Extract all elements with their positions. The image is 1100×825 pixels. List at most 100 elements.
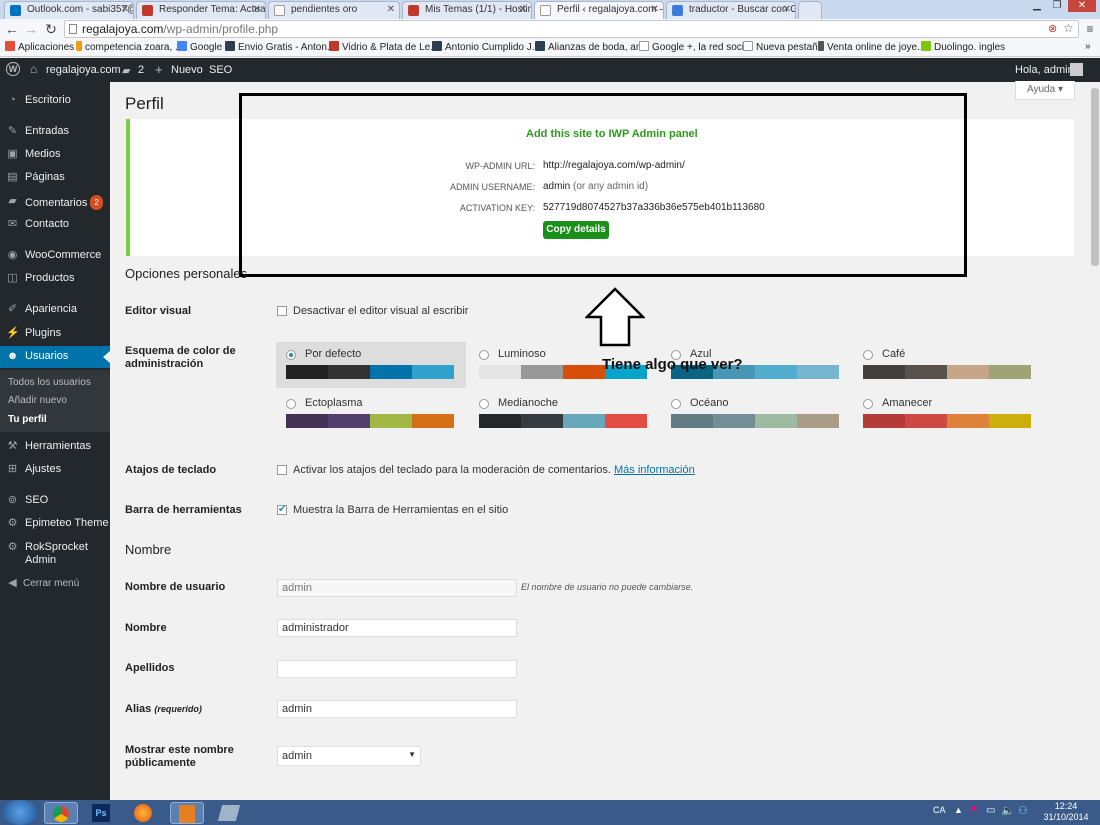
browser-tab[interactable]: traductor - Buscar con Go ✕ (666, 1, 796, 19)
reload-icon[interactable]: ↻ (42, 20, 60, 38)
new-content-link[interactable]: Nuevo (171, 64, 203, 76)
volume-icon[interactable]: 🔈 (1001, 804, 1015, 817)
scheme-radio[interactable] (863, 350, 873, 360)
scheme-oceano[interactable]: Océano (663, 395, 853, 443)
chrome-taskbar-icon[interactable] (44, 802, 78, 824)
sidebar-item-plugins[interactable]: ⚡ Plugins (0, 327, 110, 340)
last-name-input[interactable] (277, 660, 517, 678)
nickname-input[interactable] (277, 700, 517, 718)
more-info-link[interactable]: Más información (614, 464, 695, 476)
firefox-taskbar-icon[interactable] (128, 802, 158, 824)
toolbar-checkbox[interactable]: ✔ (277, 505, 287, 515)
submenu-tu-perfil[interactable]: Tu perfil (8, 414, 47, 425)
start-button[interactable] (2, 800, 38, 825)
star-icon[interactable]: ☆ (1063, 21, 1074, 35)
bookmark-item[interactable]: Envio Gratis - Anton... (225, 41, 335, 53)
scheme-radio[interactable] (479, 399, 489, 409)
wordpress-logo-icon[interactable]: W (6, 62, 20, 76)
close-tab-icon[interactable]: ✕ (783, 2, 791, 18)
avatar[interactable] (1070, 63, 1083, 76)
tray-expand-icon[interactable]: ▲ (954, 805, 963, 815)
sidebar-item-contacto[interactable]: ✉ Contacto (0, 218, 110, 231)
browser-tab-active[interactable]: Perfil ‹ regalajoya.com — ✕ (534, 1, 664, 19)
sidebar-item-herramientas[interactable]: ⚒ Herramientas (0, 440, 110, 453)
account-greeting[interactable]: Hola, admin (1015, 64, 1074, 76)
submenu-todos-usuarios[interactable]: Todos los usuarios (8, 377, 91, 388)
network-icon[interactable]: ⚇ (1018, 804, 1028, 817)
sidebar-item-seo[interactable]: ⊚ SEO (0, 494, 110, 507)
sidebar-item-epimeteo[interactable]: ⚙ Epimeteo Theme (0, 517, 110, 530)
scheme-amanecer[interactable]: Amanecer (855, 395, 1045, 443)
minimize-icon[interactable]: ▁ (1028, 0, 1046, 12)
username-input[interactable] (277, 579, 517, 597)
shortcuts-checkbox[interactable] (277, 465, 287, 475)
app-taskbar-icon[interactable] (214, 802, 244, 824)
app-taskbar-icon[interactable] (170, 802, 204, 824)
bookmark-item[interactable]: Google +, la red soci... (639, 41, 752, 53)
browser-tab[interactable]: Outlook.com - sabi357@h ✕ (4, 1, 134, 19)
sidebar-item-apariencia[interactable]: ✐ Apariencia (0, 303, 110, 316)
comments-count[interactable]: 2 (138, 64, 144, 76)
bookmark-item[interactable]: Duolingo. ingles (921, 41, 1005, 53)
clock[interactable]: 12:24 31/10/2014 (1040, 801, 1092, 823)
popup-blocked-icon[interactable]: ⊗ (1048, 22, 1057, 35)
scheme-radio[interactable] (286, 350, 296, 360)
bookmark-item[interactable]: Antonio Cumplido J... (432, 41, 540, 53)
bookmark-item[interactable]: Aplicaciones (5, 41, 74, 53)
sidebar-item-usuarios[interactable]: ☻ Usuarios (0, 350, 110, 363)
sidebar-item-comentarios[interactable]: ▰ Comentarios 2 (0, 195, 110, 210)
browser-tab[interactable]: Responder Tema: Actualiz ✕ (136, 1, 266, 19)
bookmark-item[interactable]: Vidrio & Plata de Le... (329, 41, 439, 53)
bookmark-item[interactable]: Nueva pestaña (743, 41, 823, 53)
scheme-radio[interactable] (671, 399, 681, 409)
new-tab-button[interactable] (798, 1, 822, 19)
scheme-cafe[interactable]: Café (855, 346, 1045, 394)
sidebar-item-escritorio[interactable]: ◔ Escritorio (0, 94, 110, 107)
sidebar-item-medios[interactable]: ▣ Medios (0, 148, 110, 161)
close-tab-icon[interactable]: ✕ (387, 2, 395, 18)
close-tab-icon[interactable]: ✕ (651, 2, 659, 18)
browser-tab[interactable]: Mis Temas (1/1) - Hosting ✕ (402, 1, 532, 19)
sidebar-item-roksprocket[interactable]: ⚙ RokSprocket Admin (0, 541, 108, 567)
language-indicator[interactable]: CA (933, 805, 946, 815)
bookmark-item[interactable]: competencia zoara, ... (76, 41, 183, 53)
photoshop-taskbar-icon[interactable]: Ps (86, 802, 116, 824)
close-tab-icon[interactable]: ✕ (121, 2, 129, 18)
scheme-radio[interactable] (286, 399, 296, 409)
display-name-select[interactable]: admin ▼ (277, 746, 421, 766)
bookmark-item[interactable]: Google (177, 41, 222, 53)
sidebar-item-productos[interactable]: ◫ Productos (0, 272, 110, 285)
scheme-por-defecto[interactable]: Por defecto (278, 346, 468, 394)
close-window-icon[interactable]: ✕ (1068, 0, 1096, 12)
submenu-anadir-nuevo[interactable]: Añadir nuevo (8, 395, 67, 406)
more-bookmarks-icon[interactable]: » (1085, 41, 1091, 52)
browser-tab[interactable]: pendientes oro ✕ (268, 1, 400, 19)
sidebar-item-ajustes[interactable]: ⊞ Ajustes (0, 463, 110, 476)
scheme-medianoche[interactable]: Medianoche (471, 395, 661, 443)
scheme-ectoplasma[interactable]: Ectoplasma (278, 395, 468, 443)
first-name-input[interactable] (277, 619, 517, 637)
comment-icon[interactable]: ▰ (122, 64, 130, 77)
close-tab-icon[interactable]: ✕ (519, 2, 527, 18)
bookmark-item[interactable]: Venta online de joye... (818, 41, 925, 53)
sidebar-item-entradas[interactable]: ✎ Entradas (0, 125, 110, 138)
help-tab[interactable]: Ayuda ▾ (1015, 81, 1075, 100)
close-tab-icon[interactable]: ✕ (253, 2, 261, 18)
seo-link[interactable]: SEO (209, 64, 232, 76)
back-icon[interactable]: ← (3, 20, 21, 38)
scheme-radio[interactable] (479, 350, 489, 360)
scheme-radio[interactable] (863, 399, 873, 409)
visual-editor-checkbox[interactable] (277, 306, 287, 316)
scrollbar-thumb[interactable] (1091, 88, 1099, 266)
forward-icon[interactable]: → (22, 20, 40, 38)
display-icon[interactable]: ▭ (986, 805, 995, 816)
sidebar-item-paginas[interactable]: ▤ Páginas (0, 171, 110, 184)
collapse-menu-button[interactable]: ◀ Cerrar menú (0, 577, 110, 590)
menu-icon[interactable]: ≡ (1081, 20, 1099, 38)
address-bar[interactable]: regalajoya.com/wp-admin/profile.php ⊗ ☆ (64, 20, 1079, 38)
bookmark-item[interactable]: Alianzas de boda, an... (535, 41, 650, 53)
sidebar-item-woocommerce[interactable]: ◉ WooCommerce (0, 249, 110, 262)
maximize-icon[interactable]: ❐ (1048, 0, 1066, 12)
site-name-link[interactable]: regalajoya.com (46, 64, 121, 76)
flag-icon[interactable]: ⚑ (969, 805, 978, 816)
